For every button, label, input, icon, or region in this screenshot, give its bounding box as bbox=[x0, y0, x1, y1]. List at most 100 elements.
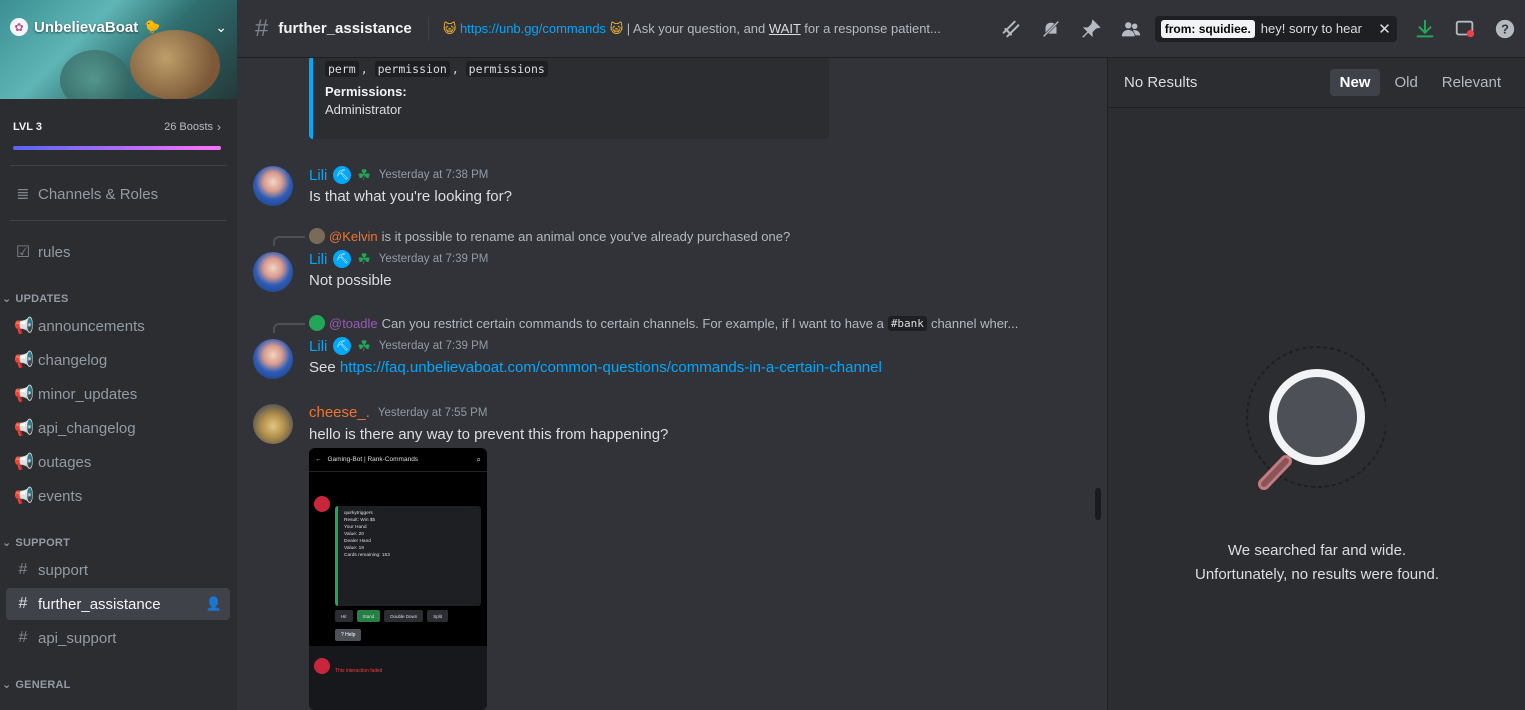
rules-checkbox-icon: ☑ bbox=[15, 244, 31, 261]
channel-minor-updates[interactable]: 📢 minor_updates bbox=[6, 378, 230, 410]
hashtag-icon: # bbox=[18, 629, 28, 646]
channel-changelog[interactable]: 📢 changelog bbox=[6, 344, 230, 376]
channel-rules[interactable]: ☑ rules bbox=[6, 236, 230, 268]
channel-label: api_changelog bbox=[38, 419, 136, 437]
image-attachment[interactable]: ← Gaming-Bot | Rank-Commands ⌕ quirkytri… bbox=[309, 448, 487, 710]
channel-topic[interactable]: 😺 https://unb.gg/commands 😺 | Ask your q… bbox=[443, 21, 983, 37]
channel-label: changelog bbox=[38, 351, 108, 369]
username[interactable]: cheese_. bbox=[309, 404, 370, 421]
card-line: Value: 20 bbox=[344, 532, 364, 537]
server-name-emoji: 🐤 bbox=[144, 19, 161, 34]
reply-spine bbox=[273, 323, 305, 333]
member-list-icon[interactable] bbox=[1119, 17, 1143, 41]
username[interactable]: Lili bbox=[309, 167, 327, 184]
download-icon[interactable] bbox=[1413, 17, 1437, 41]
reply-username[interactable]: @toadle bbox=[329, 316, 378, 331]
channel-label: announcements bbox=[38, 317, 145, 335]
channel-support[interactable]: # support bbox=[6, 554, 230, 586]
message[interactable]: @Kelvin is it possible to rename an anim… bbox=[253, 228, 1093, 298]
category-label: UPDATES bbox=[15, 292, 69, 305]
channel-sidebar: ✿ UnbelievaBoat 🐤 ⌄ LVL 3 26 Boosts › ≣ … bbox=[0, 0, 237, 710]
category-support[interactable]: ⌄ SUPPORT bbox=[2, 536, 70, 550]
message-header: Lili ⛏ ☘ Yesterday at 7:39 PM bbox=[309, 337, 488, 355]
chevron-down-icon: ⌄ bbox=[2, 293, 12, 305]
search-filter-chip[interactable]: from: squidiee. bbox=[1160, 19, 1255, 38]
helper-badge-icon: ☘ bbox=[357, 338, 371, 355]
clear-search-icon[interactable]: ✕ bbox=[1378, 20, 1391, 38]
faq-link[interactable]: https://faq.unbelievaboat.com/common-que… bbox=[340, 359, 882, 376]
channel-api-changelog[interactable]: 📢 api_changelog bbox=[6, 412, 230, 444]
card-line: Your Hand bbox=[344, 525, 367, 530]
username[interactable]: Lili bbox=[309, 338, 327, 355]
channels-roles-item[interactable]: ≣ Channels & Roles bbox=[6, 178, 230, 210]
message[interactable]: cheese_. Yesterday at 7:55 PM hello is t… bbox=[253, 404, 1093, 454]
chevron-down-icon: ⌄ bbox=[2, 537, 12, 549]
username[interactable]: Lili bbox=[309, 251, 327, 268]
empty-message-line: Unfortunately, no results were found. bbox=[1194, 566, 1440, 583]
channel-label: further_assistance bbox=[38, 595, 161, 613]
channel-label: events bbox=[38, 487, 83, 505]
message[interactable]: Lili ⛏ ☘ Yesterday at 7:38 PM Is that wh… bbox=[253, 166, 1093, 216]
boost-progress-bar bbox=[13, 146, 221, 150]
inbox-icon[interactable] bbox=[1453, 17, 1477, 41]
attachment-buttons: Hit Stand Double Down Split bbox=[335, 610, 449, 622]
card-line: Dealer Hand bbox=[344, 539, 371, 544]
reply-text: is it possible to rename an animal once … bbox=[381, 228, 791, 244]
timestamp: Yesterday at 7:55 PM bbox=[377, 406, 488, 419]
reply-username[interactable]: @Kelvin bbox=[329, 229, 378, 244]
attachment-lower: This interaction failed bbox=[309, 646, 487, 710]
reply-text: Can you restrict certain commands to cer… bbox=[381, 315, 884, 331]
avatar[interactable] bbox=[253, 252, 293, 292]
reply-preview[interactable]: @Kelvin is it possible to rename an anim… bbox=[309, 228, 790, 244]
channel-events[interactable]: 📢 events bbox=[6, 480, 230, 512]
category-updates[interactable]: ⌄ UPDATES bbox=[2, 292, 69, 306]
avatar[interactable] bbox=[253, 166, 293, 206]
chevron-down-icon[interactable]: ⌄ bbox=[215, 19, 227, 36]
add-member-icon[interactable]: 👤 bbox=[206, 596, 222, 612]
embed-field-title: Permissions: bbox=[325, 84, 407, 99]
tab-old[interactable]: Old bbox=[1384, 69, 1427, 96]
bot-avatar bbox=[314, 658, 330, 674]
message-header: Lili ⛏ ☘ Yesterday at 7:38 PM bbox=[309, 166, 488, 184]
server-banner[interactable]: ✿ UnbelievaBoat 🐤 ⌄ bbox=[0, 0, 237, 99]
category-general[interactable]: ⌄ GENERAL bbox=[2, 678, 71, 692]
card-line: Result: Win $5 bbox=[344, 518, 376, 523]
avatar[interactable] bbox=[253, 404, 293, 444]
hashtag-icon: # bbox=[255, 14, 269, 42]
scrollbar[interactable] bbox=[1095, 488, 1101, 520]
attachment-help-button: ? Help bbox=[335, 629, 362, 641]
channel-further-assistance[interactable]: # further_assistance 👤 bbox=[6, 588, 230, 620]
notification-muted-icon[interactable] bbox=[1039, 17, 1063, 41]
megaphone-icon: 📢 bbox=[14, 386, 34, 403]
bot-avatar bbox=[314, 496, 330, 512]
tab-new[interactable]: New bbox=[1329, 69, 1381, 96]
card-line: Value: 19 bbox=[344, 546, 364, 551]
server-header[interactable]: ✿ UnbelievaBoat 🐤 ⌄ bbox=[10, 18, 227, 36]
attachment-button: Split bbox=[427, 610, 449, 622]
magnifier-icon bbox=[1246, 346, 1386, 490]
message-header: Lili ⛏ ☘ Yesterday at 7:39 PM bbox=[309, 250, 488, 268]
attachment-title: Gaming-Bot | Rank-Commands bbox=[327, 456, 419, 463]
channel-label: api_support bbox=[38, 629, 117, 647]
avatar bbox=[309, 228, 325, 244]
command-embed: perm, permission, permissions Permission… bbox=[309, 58, 829, 139]
avatar[interactable] bbox=[253, 339, 293, 379]
helper-badge-icon: ☘ bbox=[357, 251, 371, 268]
pin-icon[interactable] bbox=[1079, 17, 1103, 41]
reply-text-end: channel wher... bbox=[930, 315, 1019, 331]
divider bbox=[427, 16, 429, 41]
channel-api-support[interactable]: # api_support bbox=[6, 622, 230, 654]
channel-outages[interactable]: 📢 outages bbox=[6, 446, 230, 478]
boost-progress[interactable]: LVL 3 26 Boosts › bbox=[13, 120, 221, 134]
megaphone-icon: 📢 bbox=[14, 488, 34, 505]
attachment-button: Hit bbox=[335, 610, 353, 622]
tab-relevant[interactable]: Relevant bbox=[1432, 69, 1511, 96]
divider bbox=[10, 220, 227, 221]
message[interactable]: @toadle Can you restrict certain command… bbox=[253, 315, 1093, 385]
help-icon[interactable]: ? bbox=[1493, 17, 1517, 41]
reply-preview[interactable]: @toadle Can you restrict certain command… bbox=[309, 315, 1018, 331]
topic-link[interactable]: https://unb.gg/commands bbox=[460, 21, 606, 36]
threads-icon[interactable] bbox=[999, 17, 1023, 41]
channel-announcements[interactable]: 📢 announcements bbox=[6, 310, 230, 342]
search-input[interactable]: from: squidiee. hey! sorry to hear ✕ bbox=[1154, 15, 1397, 42]
